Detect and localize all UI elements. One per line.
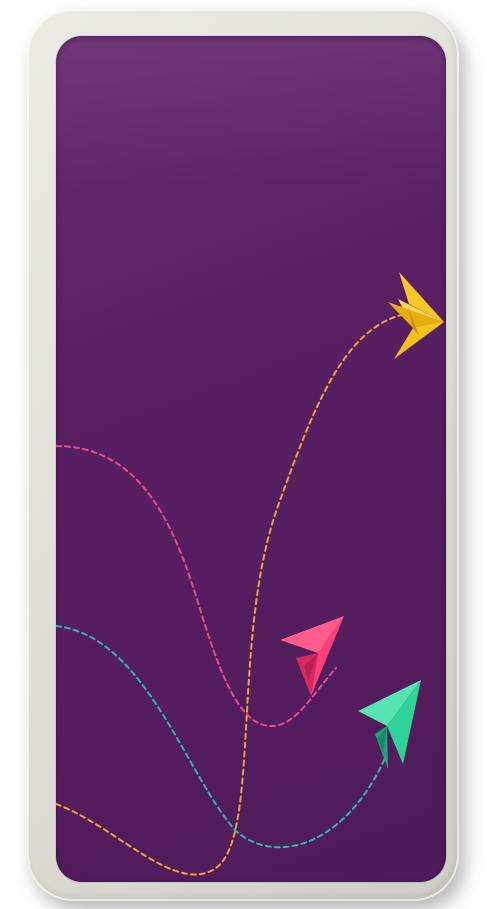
green-paper-plane-icon: [358, 680, 421, 769]
pink-paper-plane-icon: [280, 616, 344, 696]
teal-dashed-trail: [56, 625, 387, 849]
orange-dashed-trail: [56, 312, 413, 876]
phone-screen: [56, 36, 446, 882]
phone-frame: [27, 9, 459, 901]
paper-planes-illustration: [56, 272, 444, 876]
yellow-paper-plane-icon: [388, 272, 444, 359]
pink-dashed-trail: [56, 445, 337, 728]
